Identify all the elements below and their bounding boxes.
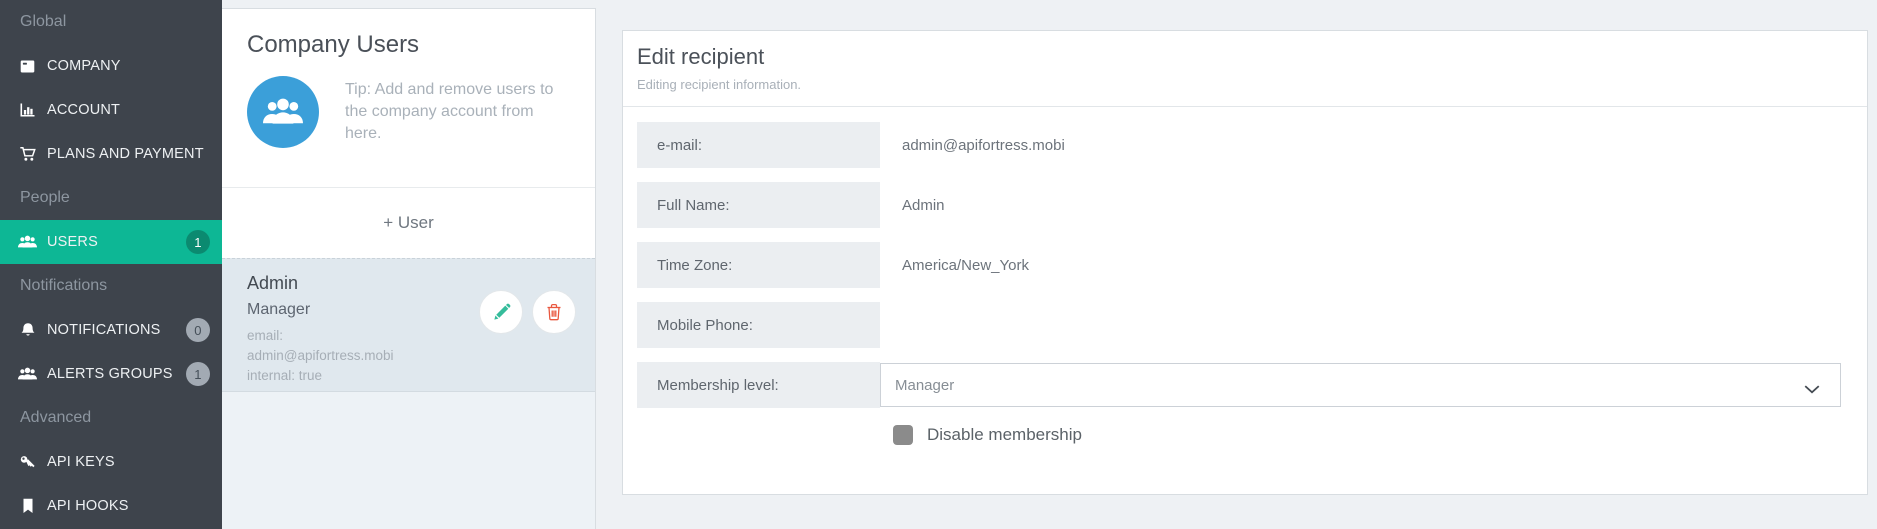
sidebar-item-account[interactable]: ACCOUNT [0,88,222,132]
membership-level-select[interactable]: Manager [880,363,1841,407]
sidebar-section-advanced: Advanced [0,396,222,440]
sidebar-item-users[interactable]: USERS 1 [0,220,222,264]
disable-membership-checkbox[interactable] [893,425,913,445]
sidebar-item-label: COMPANY [47,58,121,74]
full-name-field-value: Admin [902,197,945,214]
section-label: Global [20,13,66,31]
users-icon [18,366,37,383]
sidebar-item-notifications[interactable]: NOTIFICATIONS 0 [0,308,222,352]
membership-level-selected-value: Manager [895,377,954,394]
sidebar-item-label: PLANS AND PAYMENT [47,146,204,162]
time-zone-field-value: America/New_York [902,257,1029,274]
form-row-email: e-mail: admin@apifortress.mobi [637,122,1853,168]
notifications-count-badge: 0 [186,318,210,342]
section-label: People [20,189,70,207]
sidebar-item-alerts-groups[interactable]: ALERTS GROUPS 1 [0,352,222,396]
full-name-field-label: Full Name: [637,182,880,228]
user-internal-flag: internal: true [247,366,595,386]
form-row-mobile-phone: Mobile Phone: [637,302,1853,348]
trash-icon [544,302,564,322]
sidebar-item-plans-and-payment[interactable]: PLANS AND PAYMENT [0,132,222,176]
delete-user-button[interactable] [532,290,576,334]
chevron-down-icon [1804,381,1820,398]
card-title: Edit recipient [637,44,1853,70]
add-user-button[interactable]: + User [222,188,595,258]
membership-level-field-label: Membership level: [637,362,880,408]
mobile-phone-field-label: Mobile Phone: [637,302,880,348]
sidebar-item-label: USERS [47,234,98,250]
sidebar-section-people: People [0,176,222,220]
company-users-header: Company Users Tip: Add and remove users … [222,9,595,188]
sidebar-item-label: API HOOKS [47,498,129,514]
email-field-value: admin@apifortress.mobi [902,137,1065,154]
sidebar-section-global: Global [0,0,222,44]
sidebar-item-api-keys[interactable]: API KEYS [0,440,222,484]
bar-chart-icon [18,102,37,119]
form-row-membership-level: Membership level: Manager [637,362,1853,408]
card-subtitle: Editing recipient information. [637,77,1853,92]
page-title: Company Users [222,9,595,59]
time-zone-field-label: Time Zone: [637,242,880,288]
disable-membership-row: Disable membership [893,425,1853,445]
tip-text: Tip: Add and remove users to the company… [345,76,567,148]
pencil-icon [491,302,512,323]
email-field-label: e-mail: [637,122,880,168]
sidebar-item-label: ALERTS GROUPS [47,366,173,382]
sidebar-item-label: ACCOUNT [47,102,120,118]
users-icon [263,96,303,128]
sidebar-item-label: NOTIFICATIONS [47,322,161,338]
sidebar-section-notifications: Notifications [0,264,222,308]
sidebar-item-company[interactable]: COMPANY [0,44,222,88]
key-icon [18,454,37,471]
company-users-panel: Company Users Tip: Add and remove users … [222,8,596,529]
sidebar: Global COMPANY ACCOUNT PLANS AND PAYMENT… [0,0,222,529]
cart-icon [18,146,37,163]
user-meta: email: admin@apifortress.mobi internal: … [247,326,595,386]
edit-recipient-header: Edit recipient Editing recipient informa… [623,31,1867,107]
user-list-item[interactable]: Admin Manager email: admin@apifortress.m… [222,258,595,391]
users-count-badge: 1 [186,230,210,254]
briefcase-icon [18,58,37,75]
alerts-groups-count-badge: 1 [186,362,210,386]
section-label: Advanced [20,409,91,427]
user-email: admin@apifortress.mobi [247,346,595,366]
sidebar-item-api-hooks[interactable]: API HOOKS [0,484,222,528]
sidebar-item-label: API KEYS [47,454,115,470]
edit-user-button[interactable] [479,290,523,334]
form-row-time-zone: Time Zone: America/New_York [637,242,1853,288]
user-list-empty-area [222,391,595,529]
disable-membership-label: Disable membership [927,425,1082,445]
bookmark-icon [18,498,37,515]
section-label: Notifications [20,277,107,295]
edit-recipient-card: Edit recipient Editing recipient informa… [622,30,1868,495]
users-group-avatar [247,76,319,148]
users-icon [18,234,37,251]
bell-icon [18,322,37,339]
add-user-label: + User [383,213,434,233]
form-row-full-name: Full Name: Admin [637,182,1853,228]
